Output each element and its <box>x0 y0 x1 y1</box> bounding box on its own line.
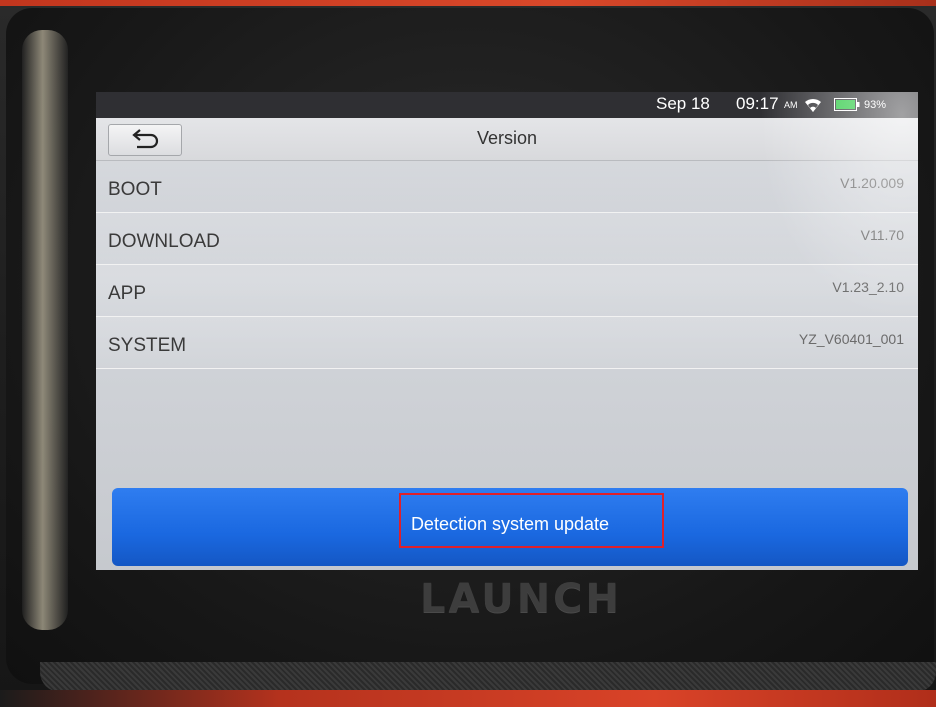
device-red-edge <box>0 690 936 707</box>
wifi-icon <box>805 98 821 112</box>
status-time: 09:17 <box>736 94 779 113</box>
version-value: V1.20.009 <box>840 175 904 191</box>
version-row-boot: BOOT V1.20.009 <box>96 161 918 213</box>
version-label: SYSTEM <box>108 335 187 356</box>
device-photo: LAUNCH Sep 18 09:17 AM 93% Version BOOT … <box>0 0 936 707</box>
title-bar: Version <box>96 118 918 161</box>
version-row-system: SYSTEM YZ_V60401_001 <box>96 317 918 369</box>
battery-percent: 93% <box>864 99 887 111</box>
version-label: DOWNLOAD <box>108 231 220 252</box>
status-ampm: AM <box>784 100 798 110</box>
brand-logo: LAUNCH <box>420 576 623 622</box>
battery-icon <box>834 98 860 111</box>
update-button-label: Detection system update <box>410 514 610 534</box>
page-title: Version <box>476 128 538 148</box>
status-date: Sep 18 <box>656 94 710 113</box>
version-value: V1.23_2.10 <box>832 279 904 295</box>
version-row-app: APP V1.23_2.10 <box>96 265 918 317</box>
version-label: APP <box>108 283 147 304</box>
device-top-edge <box>0 0 936 6</box>
detection-system-update-button[interactable]: Detection system update <box>112 488 908 566</box>
screen: Sep 18 09:17 AM 93% Version BOOT V1.20.0… <box>96 92 918 570</box>
version-label: BOOT <box>108 179 162 200</box>
light-glare <box>22 30 68 630</box>
version-list: BOOT V1.20.009 DOWNLOAD V11.70 APP V1.23… <box>96 161 918 369</box>
version-row-download: DOWNLOAD V11.70 <box>96 213 918 265</box>
bezel-texture <box>40 662 936 692</box>
status-bar: Sep 18 09:17 AM 93% <box>96 92 918 118</box>
version-value: YZ_V60401_001 <box>798 331 904 347</box>
version-value: V11.70 <box>860 227 904 243</box>
